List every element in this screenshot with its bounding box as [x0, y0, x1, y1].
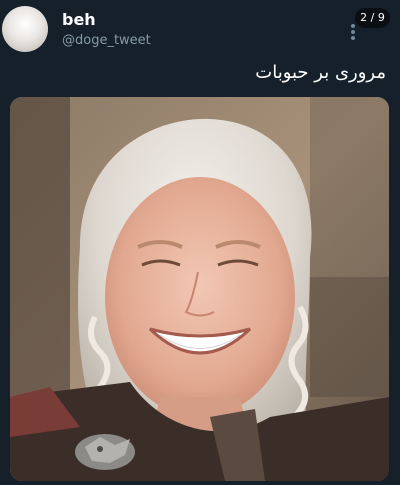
- display-name[interactable]: beh: [62, 10, 96, 29]
- laughing-woman-photo: [10, 97, 389, 481]
- tweet-header: beh @doge_tweet 2 / 9: [0, 0, 400, 60]
- tweet-text: مروری بر حبوبات: [255, 62, 386, 83]
- image-counter: 2 / 9: [355, 8, 390, 28]
- more-options-icon[interactable]: [349, 24, 357, 42]
- user-handle[interactable]: @doge_tweet: [62, 33, 151, 48]
- tweet-media-image[interactable]: [10, 97, 389, 481]
- avatar[interactable]: [2, 6, 48, 52]
